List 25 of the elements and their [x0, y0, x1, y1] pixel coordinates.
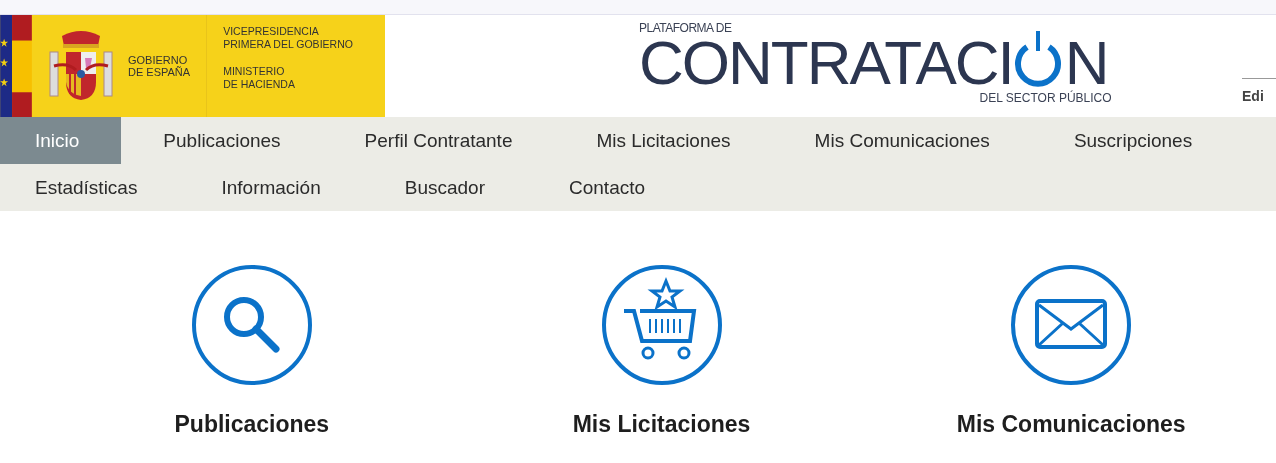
government-name: GOBIERNO DE ESPAÑA — [128, 54, 191, 78]
logo-title: CONTRATACI — [639, 35, 1013, 91]
nav-tab[interactable]: Estadísticas — [0, 164, 180, 211]
shortcut-title[interactable]: Publicaciones — [174, 411, 330, 438]
cart-icon[interactable] — [599, 263, 724, 387]
coat-of-arms-drawing — [48, 30, 114, 102]
logo-prefix: PLATAFORMA DE — [639, 21, 733, 35]
nav-tab[interactable]: Buscador — [362, 164, 527, 211]
nav-tab[interactable]: Contacto — [527, 164, 688, 211]
envelope-icon[interactable] — [1009, 263, 1134, 387]
ministry-name: MINISTERIO DE HACIENDA — [223, 65, 296, 91]
nav-tab[interactable]: Mis Comunicaciones — [772, 117, 1032, 164]
nav-tab[interactable]: Publicaciones — [121, 117, 323, 164]
shortcut-title[interactable]: Mis Licitaciones — [572, 411, 751, 438]
logo-suffix: DEL SECTOR PÚBLICO — [979, 91, 1112, 105]
shortcut-title[interactable]: Mis Comunicaciones — [956, 411, 1186, 438]
nav-tab[interactable]: Inicio — [0, 117, 122, 164]
nav-tab[interactable]: Información — [179, 164, 363, 211]
nav-tab[interactable]: Perfil Contratante — [322, 117, 555, 164]
header-link[interactable]: Edi — [1242, 88, 1264, 104]
nav-tab[interactable]: Suscripciones — [1031, 117, 1235, 164]
department-name: VICEPRESIDENCIA PRIMERA DEL GOBIERNO — [223, 25, 353, 51]
nav-tab[interactable]: Mis Licitaciones — [554, 117, 773, 164]
search-icon[interactable] — [189, 263, 314, 387]
logo-title-end: N — [1064, 35, 1108, 91]
